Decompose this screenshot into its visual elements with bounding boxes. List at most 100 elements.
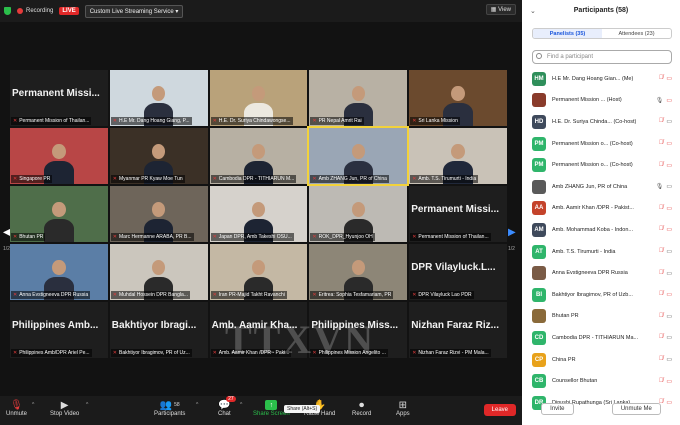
participant-caption-text: Singapore PR — [19, 176, 51, 182]
participant-list-item[interactable]: Bhutan PR 🎙̸ ▭ — [522, 306, 680, 328]
microphone-muted-icon[interactable]: 🎙̸ — [659, 356, 664, 363]
unmute-me-button[interactable]: Unmute Me — [611, 403, 661, 415]
live-badge[interactable]: LIVE — [59, 7, 79, 15]
participant-list-item[interactable]: Amb ZHANG Jun, PR of China 🎙 ▭ — [522, 176, 680, 198]
participant-list-item[interactable]: CD Cambodia DPR - TITHIARUN Ma... 🎙̸ ▭ — [522, 327, 680, 349]
participants-options-chevron-icon[interactable]: ^ — [196, 402, 198, 408]
participant-video-tile[interactable]: ✕ Amb. T.S. Tirumurti - India — [409, 128, 507, 184]
participant-search-input[interactable]: Find a participant — [532, 50, 672, 64]
participant-list-item[interactable]: Permanent Mission ... (Host) 🎙 ▭ — [522, 90, 680, 112]
participant-list-item[interactable]: PM Permanent Mission o... (Co-host) 🎙̸ ▭ — [522, 154, 680, 176]
view-button[interactable]: ▦ View — [485, 4, 516, 15]
audio-options-chevron-icon[interactable]: ^ — [32, 402, 34, 408]
camera-off-icon[interactable]: ▭ — [666, 291, 672, 298]
microphone-icon[interactable]: 🎙 — [656, 97, 664, 104]
camera-off-icon[interactable]: ▭ — [666, 378, 672, 385]
next-page-arrow-icon[interactable]: ▶ — [508, 227, 516, 238]
participant-list-item[interactable]: AA Amb. Aamir Khan /DPR - Pakist... 🎙̸ ▭ — [522, 198, 680, 220]
camera-off-icon[interactable]: ▭ — [666, 97, 672, 104]
participant-list-item[interactable]: PM Permanent Mission o... (Co-host) 🎙̸ ▭ — [522, 133, 680, 155]
microphone-muted-icon[interactable]: 🎙̸ — [659, 226, 664, 233]
participant-video-tile[interactable]: ✕ Muhdal Hossein DPR Bangla... — [109, 244, 208, 300]
apps-button[interactable]: ⊞ Apps — [396, 399, 410, 418]
video-options-chevron-icon[interactable]: ^ — [86, 402, 88, 408]
microphone-muted-icon[interactable]: 🎙̸ — [659, 313, 664, 320]
camera-off-icon[interactable]: ▭ — [666, 226, 672, 233]
microphone-muted-icon[interactable]: 🎙̸ — [659, 118, 664, 125]
tab-attendees[interactable]: Attendees (23) — [602, 29, 671, 38]
participant-list-item[interactable]: HD H.E. Dr. Suriya Chinda... (Co-host) 🎙̸ ▭ — [522, 111, 680, 133]
participant-caption-text: PR Nepal Amrit Rai — [318, 118, 362, 124]
participant-status-icons: 🎙 ▭ — [656, 183, 672, 190]
camera-icon[interactable]: ▭ — [666, 270, 672, 277]
participant-video-tile[interactable]: ✕ Amb ZHANG Jun, PR of China — [307, 126, 410, 186]
participant-video-tile[interactable]: Permanent Missi... ✕ Permanent Mission of … — [10, 70, 108, 126]
chat-options-chevron-icon[interactable]: ^ — [240, 402, 242, 408]
participant-video-tile[interactable]: ✕ Eritrea: Sophia Tesfamariam, PR — [309, 244, 408, 300]
camera-icon[interactable]: ▭ — [666, 183, 672, 190]
participant-video-tile[interactable]: DPR Vilayluck.L... ✕ DPR Vilayluck Lao PDR — [409, 244, 507, 300]
camera-off-icon[interactable]: ▭ — [666, 140, 672, 147]
microphone-muted-icon[interactable]: 🎙̸ — [659, 334, 664, 341]
participant-status-icons: 🎙̸ ▭ — [659, 313, 672, 320]
chat-button[interactable]: 💬 27 Chat — [218, 396, 236, 417]
microphone-muted-icon[interactable]: 🎙̸ — [659, 248, 664, 255]
participant-video-tile[interactable]: ✕ Marc Hermanne ARABA, PR B... — [109, 186, 208, 242]
security-shield-icon[interactable] — [4, 7, 11, 15]
invite-button[interactable]: Invite — [541, 403, 574, 415]
camera-off-icon[interactable]: ▭ — [666, 75, 672, 82]
participant-status-icons: 🎙̸ ▭ — [659, 205, 672, 212]
avatar — [532, 309, 546, 324]
participant-list-item[interactable]: CB Counsellor Bhutan 🎙̸ ▭ — [522, 370, 680, 392]
participant-video-tile[interactable]: Permanent Missi... ✕ Permanent Mission of … — [409, 186, 507, 242]
participants-button[interactable]: 👥 58 Participants — [154, 399, 185, 418]
camera-off-icon[interactable]: ▭ — [666, 205, 672, 212]
camera-icon[interactable]: ▭ — [666, 118, 672, 125]
participant-video-tile[interactable]: ✕ PR Nepal Amrit Rai — [309, 70, 408, 126]
participant-video-tile[interactable]: Philippines Amb... ✕ Philippines Amb/DPR A… — [10, 302, 108, 358]
participant-list-item[interactable]: CP China PR 🎙̸ ▭ — [522, 349, 680, 371]
participant-caption-text: Permanent Mission of Thailan... — [19, 118, 90, 124]
camera-icon[interactable]: ▭ — [666, 356, 672, 363]
microphone-muted-icon[interactable]: 🎙̸ — [659, 75, 664, 82]
record-button[interactable]: ⏺ Record — [352, 399, 371, 418]
participant-list-item[interactable]: HM H.E Mr. Dang Hoang Gian... (Me) 🎙̸ ▭ — [522, 68, 680, 90]
leave-button[interactable]: Leave — [483, 404, 516, 416]
participant-video-tile[interactable]: ✕ Myanmar PR Kyaw Moe Tun — [109, 128, 208, 184]
tab-panelists[interactable]: Panelists (35) — [533, 29, 602, 38]
participant-video-tile[interactable]: Nizhan Faraz Riz... ✕ Nizhan Faraz Rizvi -… — [409, 302, 507, 358]
participant-video-tile[interactable]: Bakhtiyor Ibragi... ✕ Bakhtiyor Ibragimov,… — [109, 302, 208, 358]
microphone-muted-icon[interactable]: 🎙̸ — [659, 291, 664, 298]
streaming-service-dropdown[interactable]: Custom Live Streaming Service ▾ — [84, 4, 184, 18]
participant-video-tile[interactable]: ✕ H.E. Dr. Suriya Chindawongse... — [209, 70, 308, 126]
participant-list-item[interactable]: AM Amb. Mohammad Koba - Indon... 🎙̸ ▭ — [522, 219, 680, 241]
microphone-icon[interactable]: 🎙 — [656, 183, 664, 190]
participant-video-tile[interactable]: ✕ Iran PR-Majid Takht Ravanchi — [209, 244, 308, 300]
microphone-muted-icon[interactable]: 🎙̸ — [659, 162, 664, 169]
microphone-muted-icon[interactable]: 🎙̸ — [659, 378, 664, 385]
participant-caption-text: Iran PR-Majid Takht Ravanchi — [218, 292, 285, 298]
participant-video-tile[interactable]: ✕ ROK_DPR_Hyunjoo OH — [309, 186, 408, 242]
participant-list-item[interactable]: BI Bakhtiyor Ibragimov, PR of Uzb... 🎙̸ ▭ — [522, 284, 680, 306]
camera-off-icon[interactable]: ▭ — [666, 162, 672, 169]
muted-microphone-icon: ✕ — [212, 350, 217, 356]
participant-video-tile[interactable]: ✕ Sri Lanka Mission — [409, 70, 507, 126]
camera-icon[interactable]: ▭ — [666, 334, 672, 341]
participant-video-tile[interactable]: ✕ Cambodia DPR - TITHIARUN M... — [209, 128, 308, 184]
microphone-muted-icon[interactable]: 🎙̸ — [659, 205, 664, 212]
unmute-button[interactable]: 🎙 Unmute — [6, 399, 27, 418]
participant-list-item[interactable]: AT Amb. T.S. Tirumurti - India 🎙̸ ▭ — [522, 241, 680, 263]
participant-video-tile[interactable]: ✕ Anna Evstigneeva DPR Russia — [10, 244, 108, 300]
microphone-muted-icon[interactable]: 🎙̸ — [659, 140, 664, 147]
chat-icon: 💬 27 — [218, 396, 236, 411]
camera-icon[interactable]: ▭ — [666, 248, 672, 255]
camera-icon[interactable]: ▭ — [666, 313, 672, 320]
participant-video-tile[interactable]: ✕ Singapore PR — [10, 128, 108, 184]
stop-video-button[interactable]: ▶ Stop Video — [50, 399, 79, 418]
participant-video-tile[interactable]: ✕ Japan DPR, Amb Takeshi OSU... — [209, 186, 308, 242]
participant-list-item[interactable]: Anna Evstigneeva DPR Russia 🎙̸ ▭ — [522, 262, 680, 284]
meeting-toolbar: 🎙 Unmute ^ ▶ Stop Video ^ 👥 58 Participan… — [0, 396, 522, 425]
participant-video-tile[interactable]: ✕ Bhutan PR — [10, 186, 108, 242]
participant-video-tile[interactable]: ✕ H.E Mr. Dang Hoang Giang, P... — [109, 70, 208, 126]
microphone-muted-icon[interactable]: 🎙̸ — [659, 270, 664, 277]
